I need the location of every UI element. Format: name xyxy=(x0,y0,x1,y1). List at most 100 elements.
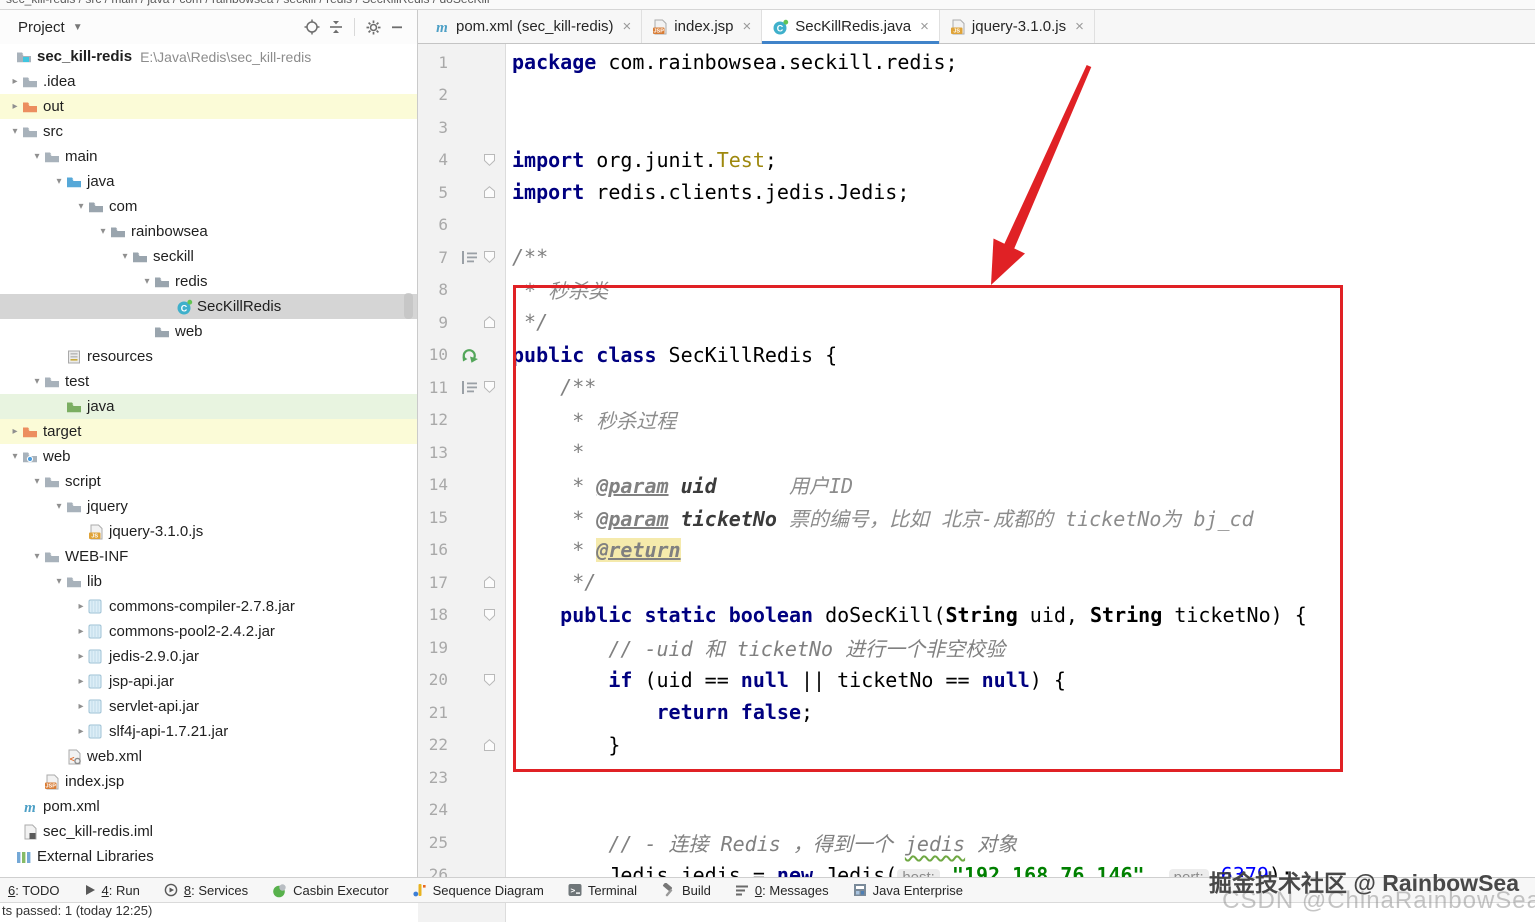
code-text: import redis.clients.jedis.Jedis; xyxy=(512,180,910,205)
fold-marker-icon[interactable] xyxy=(484,608,504,621)
tree-item-web[interactable]: web xyxy=(0,319,417,344)
tab-jquery-3.1.0.js[interactable]: JS jquery-3.1.0.js × xyxy=(940,10,1095,43)
chevron-down-icon[interactable]: ▾ xyxy=(30,376,44,387)
chevron-down-icon[interactable]: ▾ xyxy=(140,276,154,287)
statusbar-todo[interactable]: 6: TODO xyxy=(8,883,60,898)
fold-marker-icon[interactable] xyxy=(484,316,504,329)
tree-item-web[interactable]: ▾ web xyxy=(0,444,417,469)
tab-index.jsp[interactable]: JSP index.jsp × xyxy=(642,10,763,43)
chevron-down-icon[interactable]: ▾ xyxy=(52,576,66,587)
code-lines: 1 package com.rainbowsea.seckill.redis; 2 3… xyxy=(418,46,1535,891)
fold-marker-icon[interactable] xyxy=(484,251,504,264)
chevron-down-icon[interactable]: ▼ xyxy=(73,22,83,33)
chevron-down-icon[interactable]: ▾ xyxy=(74,201,88,212)
close-icon[interactable]: × xyxy=(623,18,632,35)
statusbar-run[interactable]: 4: Run xyxy=(84,883,140,898)
code-text: } xyxy=(512,732,621,757)
chevron-down-icon[interactable]: ▾ xyxy=(30,476,44,487)
code-editor[interactable]: 1 package com.rainbowsea.seckill.redis; 2 3… xyxy=(418,44,1535,922)
chevron-down-icon[interactable]: ▾ xyxy=(96,226,110,237)
tree-item-java[interactable]: java xyxy=(0,394,417,419)
tree-item-main[interactable]: ▾ main xyxy=(0,144,417,169)
statusbar-build[interactable]: Build xyxy=(661,883,711,898)
fold-marker-icon[interactable] xyxy=(484,673,504,686)
fold-marker-icon[interactable] xyxy=(484,576,504,589)
tree-item-commons-pool2-2.4.2.jar[interactable]: ▸ commons-pool2-2.4.2.jar xyxy=(0,619,417,644)
tree-item-target[interactable]: ▸ target xyxy=(0,419,417,444)
tree-item-sec-kill-redis.iml[interactable]: sec_kill-redis.iml xyxy=(0,819,417,844)
tree-item-label: sec_kill-redis xyxy=(37,48,133,65)
statusbar-casbin-executor[interactable]: Casbin Executor xyxy=(272,883,389,898)
chevron-right-icon[interactable]: ▸ xyxy=(8,76,22,87)
chevron-right-icon[interactable]: ▸ xyxy=(74,726,88,737)
project-tree[interactable]: sec_kill-redis E:\Java\Redis\sec_kill-red… xyxy=(0,44,417,877)
chevron-right-icon[interactable]: ▸ xyxy=(74,601,88,612)
tree-item-servlet-api.jar[interactable]: ▸ servlet-api.jar xyxy=(0,694,417,719)
tree-item-.idea[interactable]: ▸ .idea xyxy=(0,69,417,94)
tree-item-pom.xml[interactable]: m pom.xml xyxy=(0,794,417,819)
close-icon[interactable]: × xyxy=(1075,18,1084,35)
tree-item-commons-compiler-2.7.8.jar[interactable]: ▸ commons-compiler-2.7.8.jar xyxy=(0,594,417,619)
tree-item-sec-kill-redis[interactable]: sec_kill-redis E:\Java\Redis\sec_kill-red… xyxy=(0,44,417,69)
close-icon[interactable]: × xyxy=(743,18,752,35)
tab-seckillredis.java[interactable]: C SecKillRedis.java × xyxy=(762,10,940,44)
comment-lines-icon[interactable] xyxy=(448,380,484,394)
tree-item-rainbowsea[interactable]: ▾ rainbowsea xyxy=(0,219,417,244)
tree-item-web-inf[interactable]: ▾ WEB-INF xyxy=(0,544,417,569)
fold-marker-icon[interactable] xyxy=(484,153,504,166)
tree-item-test[interactable]: ▾ test xyxy=(0,369,417,394)
chevron-down-icon[interactable]: ▾ xyxy=(30,551,44,562)
jar-icon xyxy=(88,674,106,689)
statusbar-messages[interactable]: 0: Messages xyxy=(735,883,829,898)
chevron-right-icon[interactable]: ▸ xyxy=(74,626,88,637)
comment-lines-icon[interactable] xyxy=(448,250,484,264)
gear-icon[interactable] xyxy=(361,16,385,38)
tree-item-jsp-api.jar[interactable]: ▸ jsp-api.jar xyxy=(0,669,417,694)
chevron-down-icon[interactable]: ▾ xyxy=(118,251,132,262)
tree-item-seckill[interactable]: ▾ seckill xyxy=(0,244,417,269)
close-icon[interactable]: × xyxy=(920,18,929,35)
chevron-right-icon[interactable]: ▸ xyxy=(8,426,22,437)
chevron-right-icon[interactable]: ▸ xyxy=(8,101,22,112)
chevron-down-icon[interactable]: ▾ xyxy=(52,501,66,512)
tree-item-external-libraries[interactable]: External Libraries xyxy=(0,844,417,869)
chevron-down-icon[interactable]: ▾ xyxy=(30,151,44,162)
tree-item-src[interactable]: ▾ src xyxy=(0,119,417,144)
tree-scrollbar-thumb[interactable] xyxy=(404,293,413,319)
statusbar-terminal[interactable]: > Terminal xyxy=(568,883,637,898)
tree-item-com[interactable]: ▾ com xyxy=(0,194,417,219)
statusbar-sequence-diagram[interactable]: Sequence Diagram xyxy=(412,883,544,898)
locate-file-icon[interactable] xyxy=(300,16,324,38)
chevron-right-icon[interactable]: ▸ xyxy=(74,701,88,712)
chevron-down-icon[interactable]: ▾ xyxy=(8,126,22,137)
chevron-right-icon[interactable]: ▸ xyxy=(74,676,88,687)
tree-item-jquery[interactable]: ▾ jquery xyxy=(0,494,417,519)
tree-item-index.jsp[interactable]: JSP index.jsp xyxy=(0,769,417,794)
tree-item-out[interactable]: ▸ out xyxy=(0,94,417,119)
tree-item-jedis-2.9.0.jar[interactable]: ▸ jedis-2.9.0.jar xyxy=(0,644,417,669)
tree-item-web.xml[interactable]: < web.xml xyxy=(0,744,417,769)
breadcrumb[interactable]: sec_kill-redis / src / main / java / com… xyxy=(0,0,1535,10)
fold-marker-icon[interactable] xyxy=(484,381,504,394)
chevron-down-icon[interactable]: ▾ xyxy=(8,451,22,462)
tree-item-jquery-3.1.0.js[interactable]: JS jquery-3.1.0.js xyxy=(0,519,417,544)
tree-item-lib[interactable]: ▾ lib xyxy=(0,569,417,594)
tree-item-resources[interactable]: resources xyxy=(0,344,417,369)
run-test-icon[interactable] xyxy=(448,347,484,363)
chevron-right-icon[interactable]: ▸ xyxy=(74,651,88,662)
collapse-all-icon[interactable] xyxy=(324,16,348,38)
chevron-down-icon[interactable]: ▾ xyxy=(52,176,66,187)
code-line-3: 3 xyxy=(418,111,1535,144)
tree-item-slf4j-api-1.7.21.jar[interactable]: ▸ slf4j-api-1.7.21.jar xyxy=(0,719,417,744)
fold-marker-icon[interactable] xyxy=(484,738,504,751)
tree-item-java[interactable]: ▾ java xyxy=(0,169,417,194)
tree-item-script[interactable]: ▾ script xyxy=(0,469,417,494)
fold-marker-icon[interactable] xyxy=(484,186,504,199)
statusbar-java-enterprise[interactable]: Java Enterprise xyxy=(853,883,963,898)
statusbar-services[interactable]: 8: Services xyxy=(164,883,248,898)
hide-panel-icon[interactable] xyxy=(385,16,409,38)
tree-item-seckillredis[interactable]: C SecKillRedis xyxy=(0,294,417,319)
tab-pom.xml-sec-kill-redis-[interactable]: m pom.xml (sec_kill-redis) × xyxy=(424,10,643,43)
folder-orange-icon xyxy=(22,100,40,113)
tree-item-redis[interactable]: ▾ redis xyxy=(0,269,417,294)
